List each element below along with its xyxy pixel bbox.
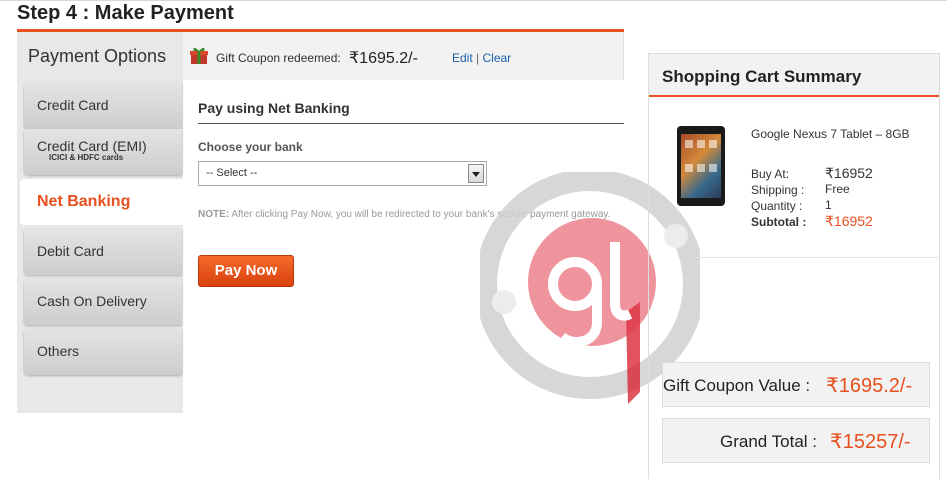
edit-coupon-link[interactable]: Edit bbox=[452, 51, 473, 65]
grand-total-box: Grand Total : ₹15257/- bbox=[662, 418, 930, 463]
app-tile bbox=[685, 140, 693, 148]
product-name[interactable]: Google Nexus 7 Tablet – 8GB bbox=[751, 127, 911, 142]
heading-divider bbox=[198, 123, 624, 124]
shipping-value: Free bbox=[825, 182, 850, 196]
app-tile bbox=[709, 140, 717, 148]
net-banking-heading: Pay using Net Banking bbox=[198, 100, 350, 116]
bank-select-value: -- Select -- bbox=[206, 167, 258, 179]
choose-bank-label: Choose your bank bbox=[198, 140, 303, 154]
subtotal-label: Subtotal : bbox=[751, 215, 807, 229]
payment-options-panel: Payment Options Credit Card Credit Card … bbox=[17, 32, 184, 413]
payment-options-title: Payment Options bbox=[28, 46, 167, 66]
cart-header: Shopping Cart Summary bbox=[649, 53, 939, 97]
cart-divider bbox=[693, 257, 939, 258]
cart-title: Shopping Cart Summary bbox=[662, 67, 862, 86]
coupon-links: Edit | Clear bbox=[452, 51, 511, 65]
shipping-label: Shipping : bbox=[751, 183, 805, 197]
link-separator: | bbox=[476, 51, 480, 65]
quantity-label: Quantity : bbox=[751, 199, 803, 213]
tab-others[interactable]: Others bbox=[24, 329, 182, 375]
gift-coupon-value-label: Gift Coupon Value : bbox=[663, 376, 811, 395]
payment-page: Step 4 : Make Payment Payment Options Cr… bbox=[0, 0, 947, 479]
tab-label: Cash On Delivery bbox=[37, 293, 147, 309]
gift-icon bbox=[190, 47, 208, 64]
tab-label: Net Banking bbox=[37, 193, 131, 210]
cart-summary: Shopping Cart Summary Google Nexus 7 Tab… bbox=[648, 53, 940, 479]
buy-at-label: Buy At: bbox=[751, 167, 790, 181]
gift-coupon-value: ₹1695.2/- bbox=[826, 375, 913, 397]
tab-sublabel: ICICI & HDFC cards bbox=[49, 153, 124, 162]
grand-total-label: Grand Total : bbox=[720, 432, 818, 451]
subtotal-value: ₹16952 bbox=[825, 213, 873, 229]
tab-debit-card[interactable]: Debit Card bbox=[24, 229, 182, 275]
tab-label: Others bbox=[37, 343, 80, 359]
note-prefix: NOTE: bbox=[198, 209, 230, 220]
tab-net-banking[interactable]: Net Banking bbox=[20, 179, 184, 225]
app-tile bbox=[709, 164, 717, 172]
quantity-value: 1 bbox=[825, 198, 832, 212]
tab-credit-card-emi[interactable]: Credit Card (EMI) ICICI & HDFC cards bbox=[24, 129, 182, 175]
buy-at-value: ₹16952 bbox=[825, 165, 873, 181]
top-divider bbox=[0, 0, 947, 1]
app-tile bbox=[697, 164, 705, 172]
coupon-label: Gift Coupon redeemed: bbox=[216, 51, 341, 65]
tab-cash-on-delivery[interactable]: Cash On Delivery bbox=[24, 279, 182, 325]
tablet-screen bbox=[681, 134, 721, 198]
pay-now-button[interactable]: Pay Now bbox=[198, 255, 294, 287]
grand-total-value: ₹15257/- bbox=[830, 431, 911, 453]
app-tile bbox=[685, 164, 693, 172]
clear-coupon-link[interactable]: Clear bbox=[483, 51, 512, 65]
coupon-amount: ₹1695.2/- bbox=[349, 50, 418, 67]
tab-label: Credit Card bbox=[37, 97, 109, 113]
product-image[interactable] bbox=[677, 126, 725, 206]
coupon-strip: Gift Coupon redeemed: ₹1695.2/- Edit | C… bbox=[183, 32, 624, 80]
tab-label: Credit Card (EMI) bbox=[37, 138, 147, 154]
page-title: Step 4 : Make Payment bbox=[17, 2, 234, 24]
bank-select[interactable]: -- Select -- bbox=[198, 161, 487, 186]
tab-label: Debit Card bbox=[37, 243, 104, 259]
gift-coupon-value-box: Gift Coupon Value : ₹1695.2/- bbox=[662, 362, 930, 407]
app-tile bbox=[697, 140, 705, 148]
tab-credit-card[interactable]: Credit Card bbox=[24, 83, 182, 129]
